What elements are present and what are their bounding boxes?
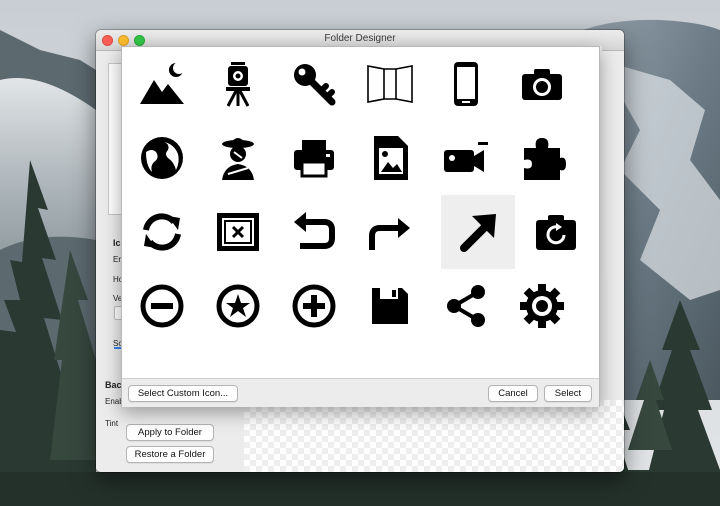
icon-cell[interactable] <box>353 121 427 195</box>
icon-cell[interactable] <box>277 121 351 195</box>
printer-icon <box>294 140 334 178</box>
video-camera-icon <box>444 142 488 172</box>
icon-cell[interactable] <box>125 121 199 195</box>
undo-arrow-icon <box>294 212 335 249</box>
icon-cell[interactable] <box>125 195 199 269</box>
share-icon <box>447 285 485 327</box>
icon-cell[interactable] <box>201 269 275 343</box>
icon-cell[interactable] <box>353 269 427 343</box>
restore-folder-button[interactable]: Restore a Folder <box>126 446 214 463</box>
smartphone-icon <box>454 62 478 106</box>
icon-section-heading: Ic <box>113 238 121 248</box>
icon-cell[interactable] <box>125 47 199 121</box>
background-section-heading: Bac <box>105 380 122 390</box>
icon-cell[interactable] <box>429 269 503 343</box>
icon-cell[interactable] <box>519 195 593 269</box>
cancel-button[interactable]: Cancel <box>488 385 538 402</box>
icon-cell[interactable] <box>201 195 275 269</box>
icon-cell[interactable] <box>201 121 275 195</box>
redo-arrow-icon <box>369 218 410 250</box>
minus-circle-icon <box>140 284 184 328</box>
preview-canvas <box>244 400 624 472</box>
icon-cell-selected[interactable] <box>441 195 515 269</box>
arrow-up-right-icon <box>460 214 496 252</box>
icon-cell[interactable] <box>505 121 579 195</box>
sync-icon <box>143 213 181 251</box>
floppy-disk-icon <box>372 288 408 324</box>
framed-picture-icon <box>217 213 259 251</box>
icon-cell[interactable] <box>353 47 427 121</box>
cog-icon <box>520 284 564 328</box>
globe-icon <box>141 137 183 179</box>
icon-picker-sheet: Select Custom Icon... Cancel Select <box>121 46 600 407</box>
image-file-icon <box>374 136 408 180</box>
icon-cell[interactable] <box>505 269 579 343</box>
surveyor-transit-icon <box>226 62 250 107</box>
icon-cell[interactable] <box>277 269 351 343</box>
icon-cell[interactable] <box>277 195 351 269</box>
panorama-icon <box>367 65 413 103</box>
icon-cell[interactable] <box>429 121 503 195</box>
icon-cell[interactable] <box>353 195 427 269</box>
plus-circle-icon <box>292 284 336 328</box>
window-title: Folder Designer <box>324 33 396 44</box>
puzzle-piece-icon <box>524 138 566 180</box>
key-icon <box>294 64 336 106</box>
camera-rotate-icon <box>536 215 576 250</box>
icon-grid <box>122 47 601 378</box>
select-custom-icon-button[interactable]: Select Custom Icon... <box>128 385 238 402</box>
sheet-footer: Select Custom Icon... Cancel Select <box>122 378 599 407</box>
icon-cell[interactable] <box>505 47 579 121</box>
icon-cell[interactable] <box>277 47 351 121</box>
tint-label: Tint <box>105 419 119 428</box>
icon-cell[interactable] <box>125 269 199 343</box>
apply-to-folder-button[interactable]: Apply to Folder <box>126 424 214 441</box>
icon-cell[interactable] <box>429 47 503 121</box>
camera-icon <box>522 69 562 100</box>
woman-with-hat-icon <box>222 138 254 180</box>
select-button[interactable]: Select <box>544 385 592 402</box>
icon-cell[interactable] <box>201 47 275 121</box>
star-circle-icon <box>216 284 260 328</box>
mountain-moon-icon <box>140 62 185 104</box>
